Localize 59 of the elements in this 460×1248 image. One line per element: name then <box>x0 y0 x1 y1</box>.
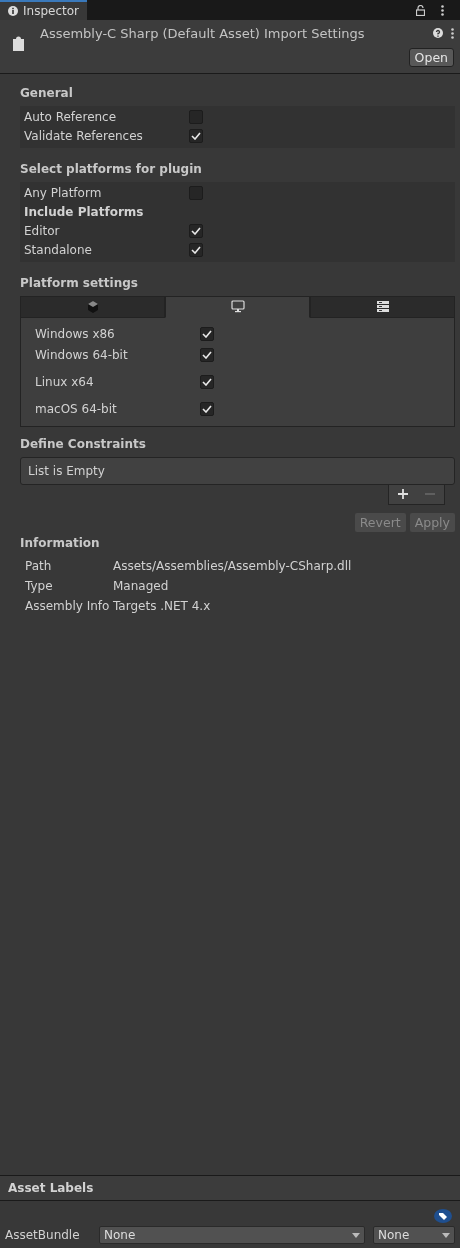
check-icon <box>202 378 212 386</box>
field-label: Linux x64 <box>35 374 95 391</box>
info-label: Path <box>25 557 53 575</box>
info-value: Targets .NET 4.x <box>113 597 211 615</box>
tag-icon <box>434 1209 452 1223</box>
help-icon <box>433 28 443 38</box>
section-heading: Platform settings <box>20 274 139 292</box>
section-heading: Define Constraints <box>20 435 147 453</box>
checkbox[interactable] <box>200 348 214 362</box>
info-value: Managed <box>113 577 169 595</box>
field-label: Editor <box>24 223 61 240</box>
subheading: Include Platforms <box>24 204 145 221</box>
section-heading: Select platforms for plugin <box>20 160 203 178</box>
check-icon <box>202 351 212 359</box>
dropdown[interactable]: None <box>373 1226 455 1244</box>
caret-icon <box>442 1232 450 1238</box>
checkbox[interactable] <box>200 327 214 341</box>
field-label: Standalone <box>24 242 93 259</box>
info-label: Type <box>25 577 54 595</box>
lock-icon <box>416 4 425 16</box>
monitor-icon <box>230 300 245 313</box>
info-label: Assembly Info <box>25 597 111 615</box>
field-label: Any Platform <box>24 185 103 202</box>
checkbox[interactable] <box>200 402 214 416</box>
header-title: Assembly-C Sharp (Default Asset) Import Settings <box>40 25 366 43</box>
checkbox[interactable] <box>189 129 203 143</box>
dropdown[interactable]: None <box>99 1226 365 1244</box>
more-icon <box>451 28 454 39</box>
check-icon <box>191 246 201 254</box>
server-icon <box>375 300 390 313</box>
cube-icon <box>85 300 100 313</box>
section-heading: General <box>20 84 74 102</box>
add-button[interactable] <box>397 486 408 502</box>
checkbox[interactable] <box>189 224 203 238</box>
info-value: Assets/Assemblies/Assembly-CSharp.dll <box>113 557 352 575</box>
check-icon <box>202 405 212 413</box>
check-icon <box>191 132 201 140</box>
check-icon <box>191 227 201 235</box>
more-icon <box>441 4 444 16</box>
caret-icon <box>352 1232 360 1238</box>
field-label: Windows x86 <box>35 326 116 343</box>
field-label: macOS 64-bit <box>35 401 118 418</box>
check-icon <box>202 330 212 338</box>
platform-tab[interactable] <box>165 295 310 318</box>
asset-labels-heading: Asset Labels <box>0 1175 460 1201</box>
section-heading: Information <box>20 534 101 552</box>
checkbox[interactable] <box>200 375 214 389</box>
field-label: Windows 64-bit <box>35 347 129 364</box>
info-icon <box>8 6 18 16</box>
field-label: Validate References <box>24 128 144 145</box>
field-label: AssetBundle <box>5 1227 81 1244</box>
inspector-tab[interactable]: Inspector <box>0 0 87 20</box>
platform-tab[interactable] <box>310 295 455 318</box>
field-label: Auto Reference <box>24 109 118 126</box>
open-button[interactable]: Open <box>408 47 454 67</box>
checkbox[interactable] <box>189 243 203 257</box>
tab-title: Inspector <box>23 3 79 20</box>
plus-icon <box>397 489 408 499</box>
empty-list-text: List is Empty <box>28 463 105 478</box>
